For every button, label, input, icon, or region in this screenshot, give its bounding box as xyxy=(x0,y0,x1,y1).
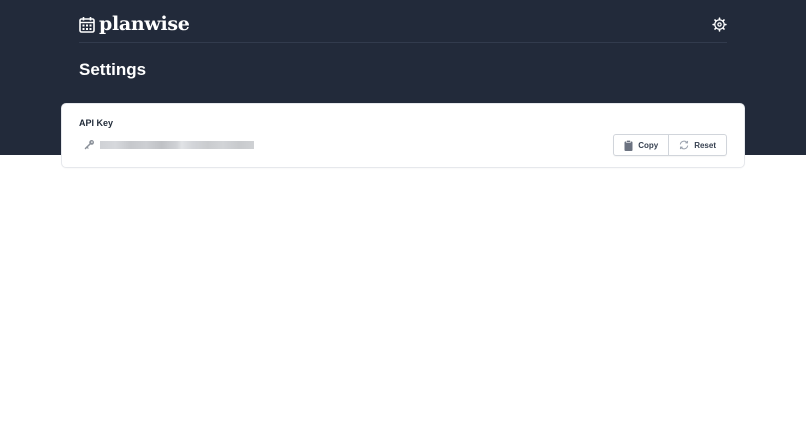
key-icon xyxy=(84,140,94,150)
brand-logo[interactable]: planwise xyxy=(79,13,190,35)
api-key-card: API Key Copy Reset xyxy=(62,104,744,167)
top-bar: planwise xyxy=(79,0,727,43)
reset-button-label: Reset xyxy=(694,140,716,150)
gear-icon[interactable] xyxy=(712,17,727,32)
api-key-label: API Key xyxy=(79,118,114,128)
api-key-actions: Copy Reset xyxy=(613,134,727,156)
copy-button-label: Copy xyxy=(638,140,659,150)
clipboard-icon xyxy=(624,139,633,151)
reset-button[interactable]: Reset xyxy=(668,135,726,155)
page-title: Settings xyxy=(79,60,147,79)
api-key-value-masked xyxy=(100,141,254,149)
brand-name: planwise xyxy=(99,13,190,35)
calendar-icon xyxy=(79,16,95,33)
refresh-icon xyxy=(680,140,689,150)
copy-button[interactable]: Copy xyxy=(614,135,668,155)
